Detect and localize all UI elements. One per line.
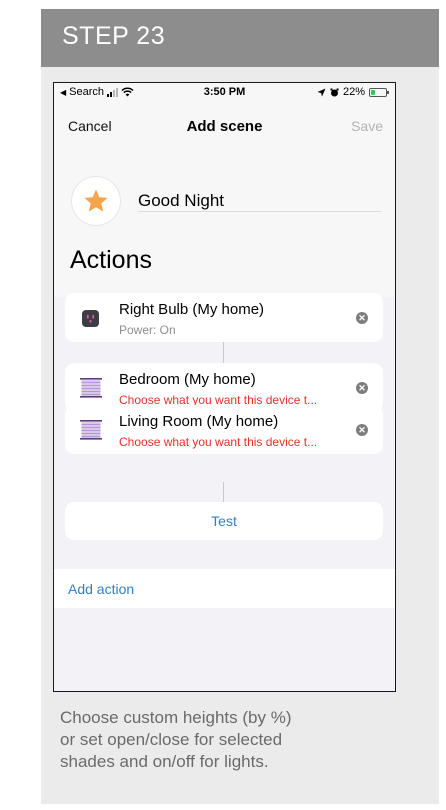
shade-icon (80, 378, 102, 398)
status-bar: ◀ Search 3:50 PM 22% (54, 83, 395, 103)
scene-name-field[interactable]: Good Night (138, 191, 224, 211)
action-connector-line (223, 482, 224, 502)
location-icon (317, 88, 326, 96)
alarm-icon (330, 88, 339, 96)
actions-heading: Actions (70, 246, 152, 274)
device-status-warning: Choose what you want this device t... (119, 435, 318, 449)
add-action-row[interactable]: Add action (54, 569, 395, 608)
star-icon (84, 189, 108, 212)
device-status: Power: On (119, 323, 176, 337)
action-connector-line (223, 342, 224, 363)
caption-line: Choose custom heights (by %) (60, 708, 292, 727)
caption-line: or set open/close for selected (60, 730, 283, 749)
add-action-button[interactable]: Add action (68, 581, 134, 597)
step-card: STEP 23 ◀ Search 3:50 PM 22% Cancel Add … (41, 9, 439, 804)
remove-action-button[interactable]: ✕ (356, 424, 368, 436)
step-caption: Choose custom heights (by %) or set open… (60, 707, 430, 773)
device-name: Right Bulb (My home) (119, 301, 265, 318)
caption-line: shades and on/off for lights. (60, 752, 269, 771)
battery-icon (369, 87, 389, 97)
test-button[interactable]: Test (65, 502, 383, 540)
phone-screenshot: ◀ Search 3:50 PM 22% Cancel Add scene Sa… (53, 82, 396, 692)
status-bar-right: 22% (317, 86, 389, 98)
device-name: Bedroom (My home) (119, 371, 256, 388)
remove-action-button[interactable]: ✕ (356, 312, 368, 324)
action-item[interactable]: Living Room (My home) Choose what you wa… (65, 405, 383, 454)
shade-icon (80, 420, 102, 440)
step-title: STEP 23 (62, 22, 166, 50)
nav-title: Add scene (186, 118, 263, 135)
smart-plug-icon (82, 310, 99, 327)
remove-action-button[interactable]: ✕ (356, 382, 368, 394)
step-header: STEP 23 (41, 9, 439, 67)
scene-name-underline (138, 211, 381, 212)
test-label: Test (211, 513, 237, 529)
action-item[interactable]: Right Bulb (My home) Power: On ✕ (65, 293, 383, 342)
save-button[interactable]: Save (351, 118, 383, 134)
battery-percent: 22% (342, 86, 365, 98)
device-name: Living Room (My home) (119, 413, 279, 430)
scene-icon-button[interactable] (72, 177, 120, 225)
nav-bar: Cancel Add scene Save (54, 103, 395, 147)
